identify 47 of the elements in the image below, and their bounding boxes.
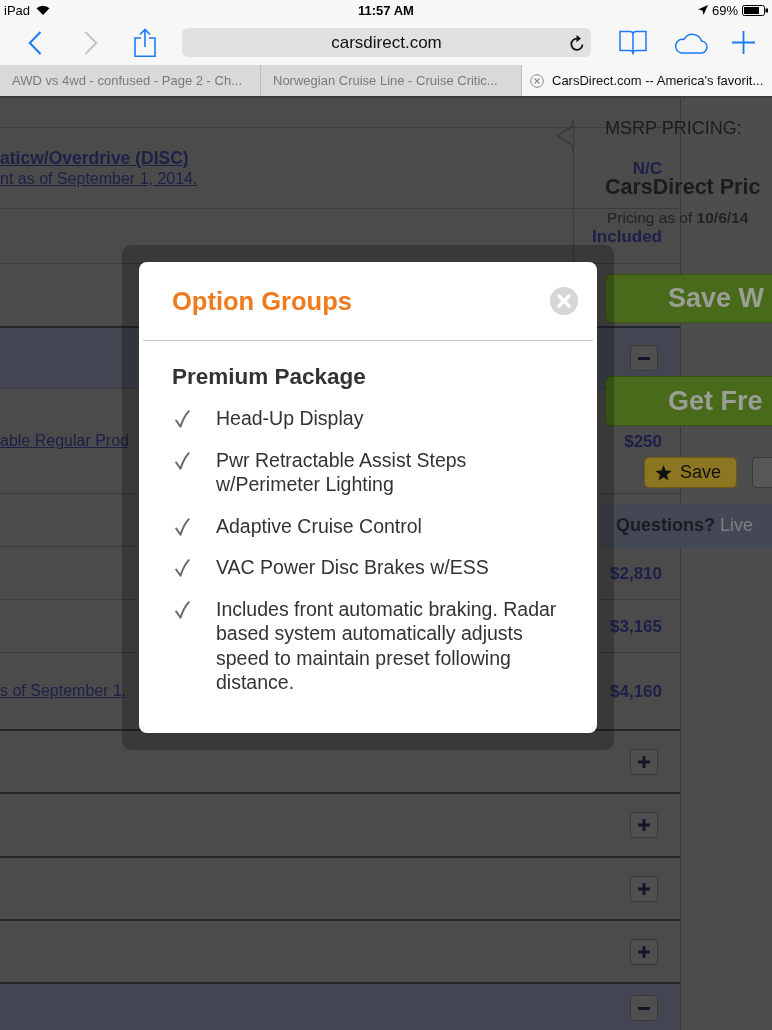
dialog-title: Option Groups (172, 286, 352, 316)
collapse-button[interactable] (630, 995, 658, 1021)
back-icon[interactable] (28, 30, 42, 55)
plus-icon (638, 882, 650, 895)
expand-button[interactable] (630, 938, 658, 965)
battery-icon (742, 4, 768, 16)
plus-icon (638, 819, 650, 831)
package-heading: Premium Package (172, 363, 367, 390)
check-icon (175, 600, 190, 619)
battery-percentage: 69% (711, 2, 738, 18)
check-icon (175, 559, 190, 577)
expand-button[interactable] (630, 812, 658, 838)
close-icon[interactable] (530, 73, 544, 88)
plus-icon (638, 755, 650, 768)
offer-button[interactable]: Get Fre (605, 376, 772, 426)
side-button[interactable] (752, 457, 772, 488)
browser-tab[interactable]: CarsDirect.com -- America's favorit... (522, 65, 772, 96)
collapse-button[interactable] (630, 345, 658, 371)
minus-icon (638, 1006, 650, 1010)
reload-icon[interactable] (570, 34, 584, 51)
feature-text: Adaptive Cruise Control (216, 513, 423, 538)
address-bar[interactable]: carsdirect.com (182, 28, 591, 57)
forward-icon[interactable] (84, 30, 98, 55)
share-icon[interactable] (134, 28, 156, 57)
check-icon (175, 410, 190, 428)
location-arrow-icon (697, 5, 708, 15)
plus-icon[interactable] (732, 31, 755, 54)
book-icon[interactable] (619, 30, 647, 55)
cloud-icon[interactable] (673, 31, 708, 54)
live-link[interactable]: Live (720, 515, 754, 536)
feature-text: Pwr Retractable Assist Steps w/Perimeter Lighting (216, 447, 468, 497)
expand-button[interactable] (630, 748, 658, 775)
close-icon[interactable] (550, 287, 578, 315)
save-button[interactable]: Save (644, 457, 737, 488)
minus-icon (638, 356, 650, 360)
feature-text: Head-Up Display (216, 406, 365, 431)
feature-text: VAC Power Disc Brakes w/ESS (216, 555, 490, 580)
feature-text: Includes front automatic braking. Radar based system automatically adjusts speed to maintain preset following distance. (216, 596, 558, 695)
wifi-icon (36, 5, 51, 15)
plus-icon (638, 945, 650, 958)
star-icon (655, 464, 672, 481)
offer-button[interactable]: Save W (605, 274, 772, 323)
check-icon (175, 517, 190, 536)
check-icon (175, 451, 190, 470)
expand-button[interactable] (630, 875, 658, 902)
device-name: iPad (4, 2, 31, 18)
clock: 11:57 AM (358, 2, 414, 18)
